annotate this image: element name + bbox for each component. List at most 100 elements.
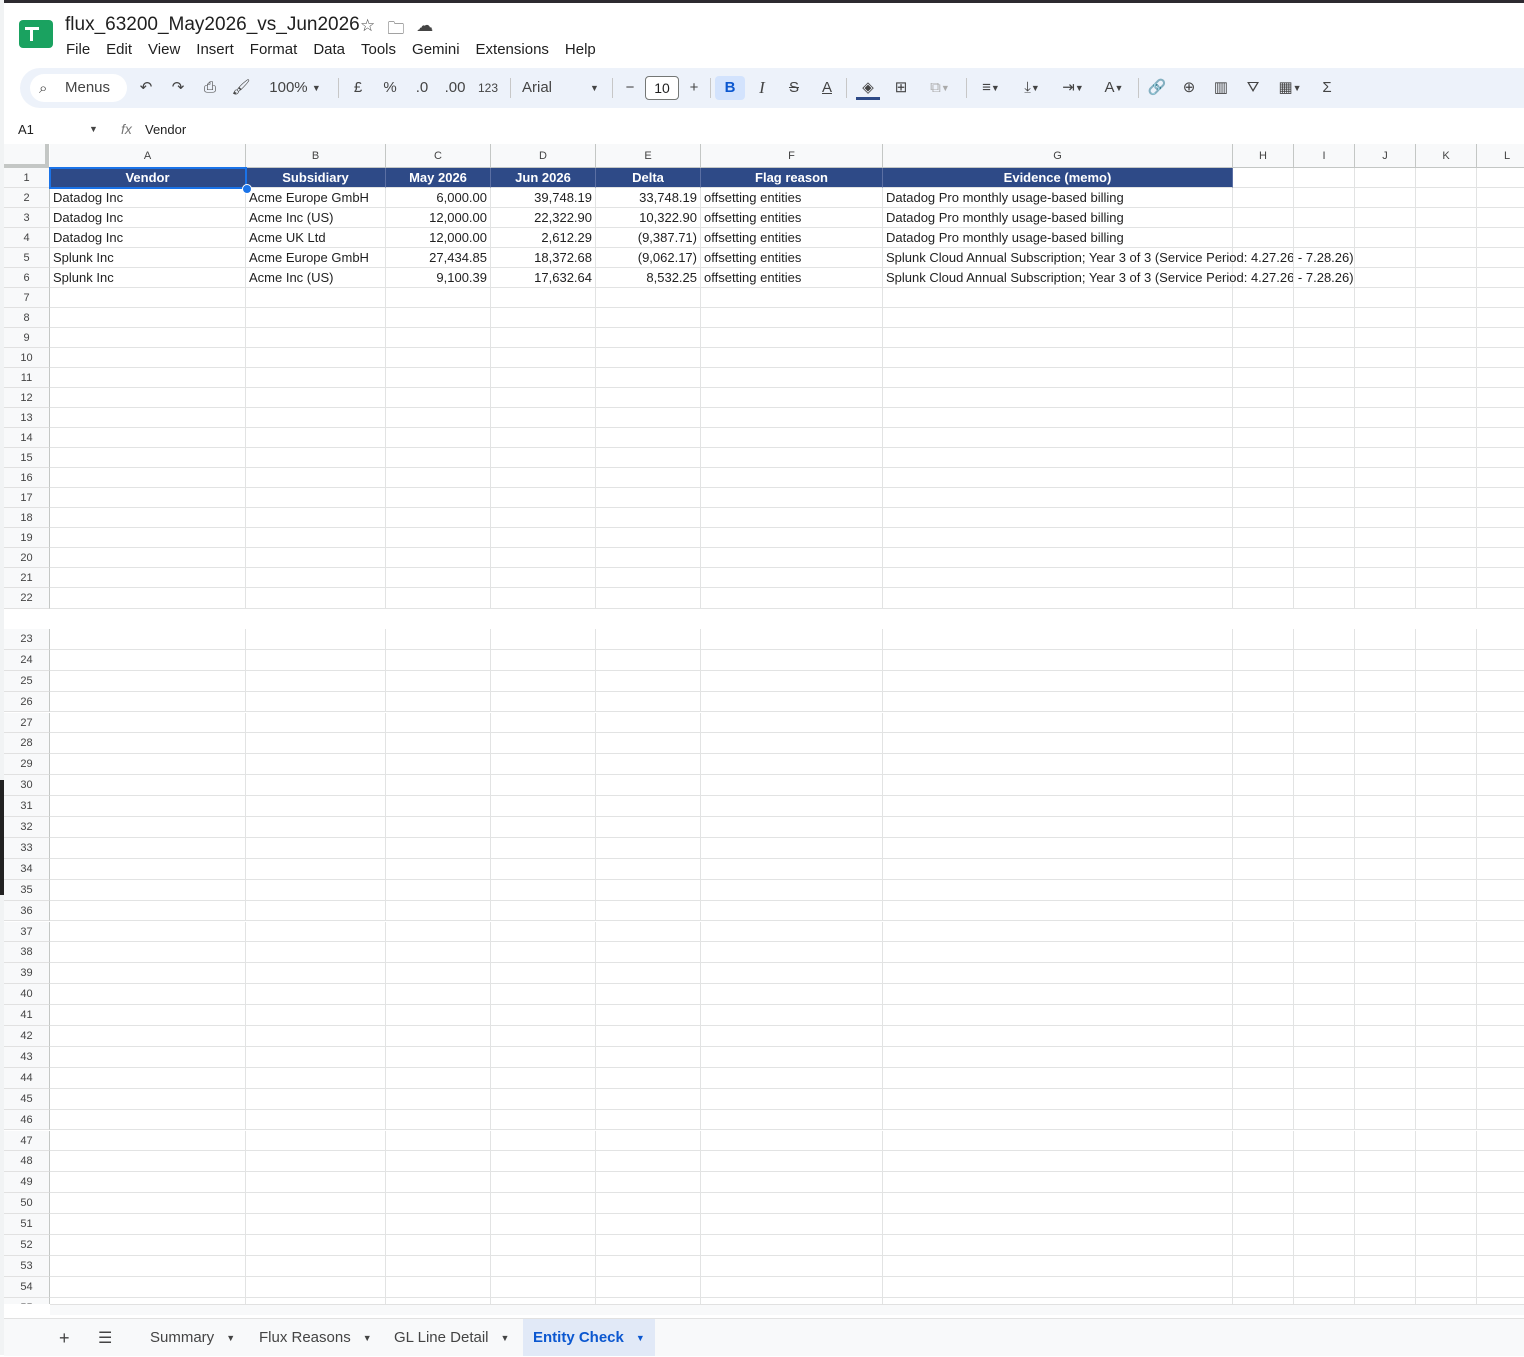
empty-cell[interactable] [1355,308,1416,328]
empty-cell[interactable] [491,733,596,755]
column-header-a[interactable]: A [50,144,246,168]
empty-cell[interactable] [1294,733,1355,755]
empty-cell[interactable] [701,1130,883,1152]
empty-cell[interactable] [246,817,386,838]
empty-cell[interactable] [1355,796,1416,817]
empty-cell[interactable] [1233,468,1294,488]
row-header[interactable]: 47 [4,1130,50,1152]
empty-cell[interactable] [1355,712,1416,734]
empty-cell[interactable] [246,428,386,448]
empty-cell[interactable] [1477,984,1524,1006]
empty-cell[interactable] [883,568,1233,588]
empty-cell[interactable] [1416,1005,1477,1026]
empty-cell[interactable] [1233,1067,1294,1089]
empty-cell[interactable] [1233,408,1294,428]
row-header[interactable]: 51 [4,1214,50,1235]
empty-cell[interactable] [491,1193,596,1215]
empty-cell[interactable] [1233,1172,1294,1194]
table-cell[interactable]: 10,322.90 [596,208,701,228]
empty-cell[interactable] [1233,448,1294,468]
empty-cell[interactable] [1416,228,1477,248]
empty-cell[interactable] [491,468,596,488]
empty-cell[interactable] [491,348,596,368]
empty-cell[interactable] [246,879,386,901]
empty-cell[interactable] [596,348,701,368]
empty-cell[interactable] [491,900,596,922]
filter-views-icon[interactable]: ▦▼ [1272,76,1308,100]
table-cell[interactable]: Datadog Pro monthly usage-based billing [883,188,1233,208]
empty-cell[interactable] [701,468,883,488]
empty-cell[interactable] [386,388,491,408]
empty-cell[interactable] [491,308,596,328]
empty-cell[interactable] [1477,1005,1524,1026]
empty-cell[interactable] [1355,963,1416,985]
column-header-e[interactable]: E [596,144,701,168]
empty-cell[interactable] [1294,649,1355,671]
row-header[interactable]: 17 [4,488,50,508]
empty-cell[interactable] [50,408,246,428]
empty-cell[interactable] [1294,168,1355,188]
empty-cell[interactable] [491,942,596,964]
empty-cell[interactable] [491,712,596,734]
empty-cell[interactable] [246,1130,386,1152]
empty-cell[interactable] [1294,248,1355,268]
empty-cell[interactable] [246,900,386,922]
strikethrough-button[interactable]: S [784,76,804,100]
empty-cell[interactable] [491,963,596,985]
empty-cell[interactable] [701,1172,883,1194]
empty-cell[interactable] [1294,1214,1355,1235]
empty-cell[interactable] [1233,1193,1294,1215]
text-rotation-icon[interactable]: A▼ [1097,76,1131,100]
empty-cell[interactable] [1477,1131,1524,1152]
empty-cell[interactable] [1233,328,1294,348]
empty-cell[interactable] [1416,1214,1477,1235]
row-header[interactable]: 4 [4,228,50,248]
empty-cell[interactable] [1355,670,1416,692]
row-header[interactable]: 41 [4,1005,50,1026]
empty-cell[interactable] [1355,942,1416,964]
row-header[interactable]: 15 [4,448,50,468]
empty-cell[interactable] [701,528,883,548]
empty-cell[interactable] [50,858,246,880]
empty-cell[interactable] [701,1109,883,1131]
empty-cell[interactable] [1294,1005,1355,1026]
empty-cell[interactable] [596,408,701,428]
empty-cell[interactable] [1477,754,1524,776]
empty-cell[interactable] [1355,528,1416,548]
empty-cell[interactable] [1233,817,1294,838]
empty-cell[interactable] [1294,1109,1355,1131]
empty-cell[interactable] [883,428,1233,448]
empty-cell[interactable] [1355,1109,1416,1131]
empty-cell[interactable] [246,921,386,943]
empty-cell[interactable] [883,1046,1233,1068]
empty-cell[interactable] [701,408,883,428]
row-header[interactable]: 8 [4,308,50,328]
insert-comment-icon[interactable]: ⊕ [1178,76,1200,100]
empty-cell[interactable] [1416,308,1477,328]
empty-cell[interactable] [596,1130,701,1152]
empty-cell[interactable] [1233,268,1294,288]
empty-cell[interactable] [1294,984,1355,1006]
empty-cell[interactable] [50,1172,246,1194]
empty-cell[interactable] [246,288,386,308]
empty-cell[interactable] [246,649,386,671]
column-header-g[interactable]: G [883,144,1233,168]
empty-cell[interactable] [491,1026,596,1047]
empty-cell[interactable] [386,1026,491,1047]
row-header[interactable]: 34 [4,858,50,880]
column-header-j[interactable]: J [1355,144,1416,168]
row-header[interactable]: 7 [4,288,50,308]
empty-cell[interactable] [1477,308,1524,328]
empty-cell[interactable] [1233,1026,1294,1047]
empty-cell[interactable] [1294,1193,1355,1215]
row-header[interactable]: 14 [4,428,50,448]
empty-cell[interactable] [1233,754,1294,776]
empty-cell[interactable] [596,588,701,609]
empty-cell[interactable] [1233,900,1294,922]
empty-cell[interactable] [1233,963,1294,985]
row-header[interactable]: 24 [4,649,50,671]
table-cell[interactable]: 22,322.90 [491,208,596,228]
empty-cell[interactable] [1355,268,1416,288]
empty-cell[interactable] [883,879,1233,901]
empty-cell[interactable] [1233,588,1294,609]
